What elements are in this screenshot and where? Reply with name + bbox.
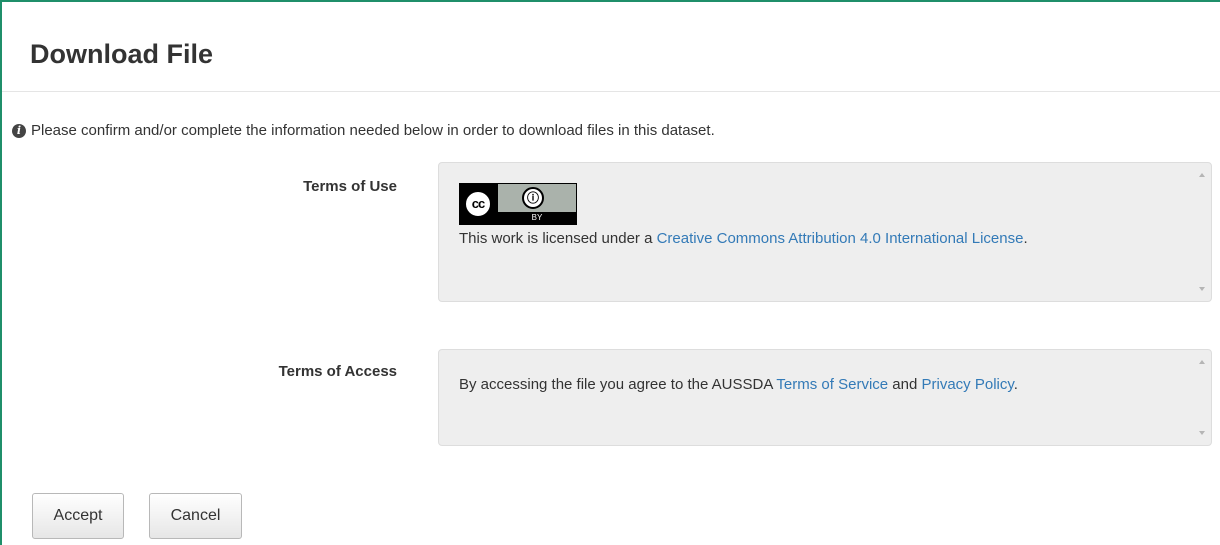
- terms-of-service-link[interactable]: Terms of Service: [776, 376, 888, 393]
- info-message: i Please confirm and/or complete the inf…: [12, 122, 715, 139]
- terms-of-access-box[interactable]: By accessing the file you agree to the A…: [438, 349, 1212, 446]
- terms-of-use-content: cc ⓘ BY This work is licensed under a Cr…: [459, 183, 1181, 251]
- cc-by-license-badge: cc ⓘ BY: [459, 183, 577, 225]
- cc-icon: cc: [463, 189, 493, 219]
- by-label: BY: [498, 212, 576, 224]
- license-text: This work is licensed under a Creative C…: [459, 230, 1028, 247]
- scroll-down-arrow-icon[interactable]: [1199, 287, 1205, 291]
- info-circle-icon: i: [12, 123, 26, 138]
- dialog-header: Download File: [2, 2, 1220, 92]
- terms-of-access-label: Terms of Access: [278, 363, 397, 380]
- terms-of-use-box[interactable]: cc ⓘ BY This work is licensed under a Cr…: [438, 162, 1212, 302]
- scroll-down-arrow-icon[interactable]: [1199, 431, 1205, 435]
- attribution-person-icon: ⓘ: [522, 187, 544, 209]
- terms-of-access-content: By accessing the file you agree to the A…: [459, 376, 1018, 393]
- privacy-policy-link[interactable]: Privacy Policy: [922, 376, 1014, 393]
- download-file-dialog: Download File i Please confirm and/or co…: [0, 0, 1220, 545]
- terms-of-use-label: Terms of Use: [303, 178, 397, 195]
- dialog-title: Download File: [30, 39, 214, 69]
- accept-button[interactable]: Accept: [32, 493, 124, 539]
- scroll-up-arrow-icon[interactable]: [1199, 173, 1205, 177]
- scroll-up-arrow-icon[interactable]: [1199, 360, 1205, 364]
- license-link[interactable]: Creative Commons Attribution 4.0 Interna…: [657, 230, 1024, 247]
- info-message-text: Please confirm and/or complete the infor…: [31, 122, 715, 139]
- cancel-button[interactable]: Cancel: [149, 493, 242, 539]
